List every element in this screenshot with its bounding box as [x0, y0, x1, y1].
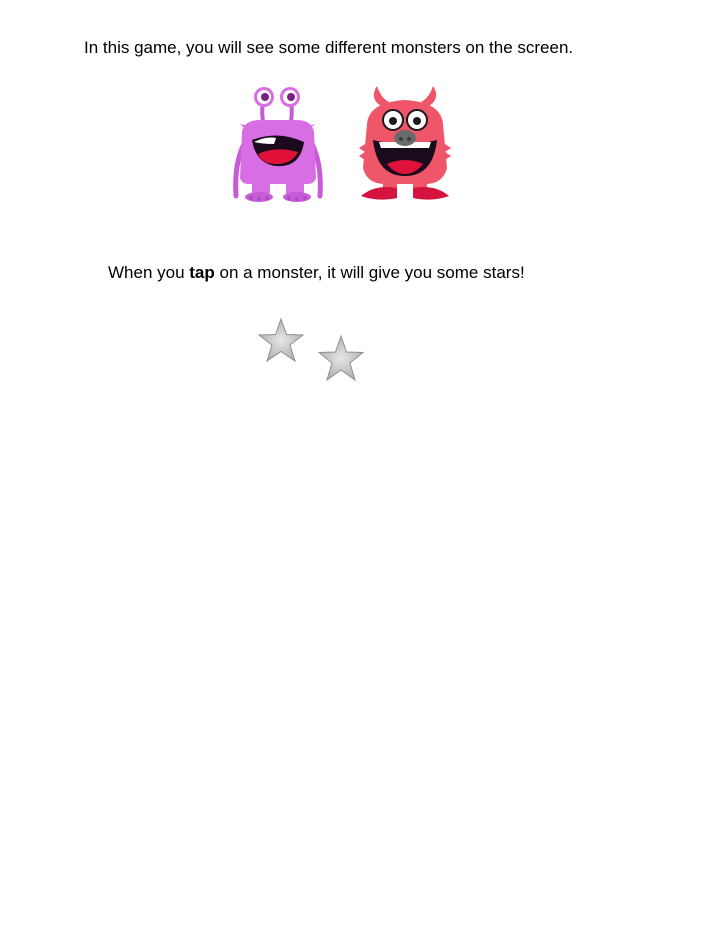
star-icon [317, 334, 365, 384]
instruction-page: In this game, you will see some differen… [0, 0, 708, 945]
tap-instruction-text: When you tap on a monster, it will give … [108, 262, 525, 284]
purple-monster-icon [230, 84, 326, 204]
tap-emphasis: tap [189, 263, 215, 282]
red-monster-icon [355, 84, 455, 204]
intro-sentence: In this game, you will see some differen… [84, 38, 574, 57]
intro-text: In this game, you will see some differen… [84, 37, 573, 59]
tap-sentence-start: When you [108, 263, 190, 282]
tap-sentence-end: on a monster, it will give you some star… [214, 263, 525, 282]
star-icon [257, 317, 305, 365]
